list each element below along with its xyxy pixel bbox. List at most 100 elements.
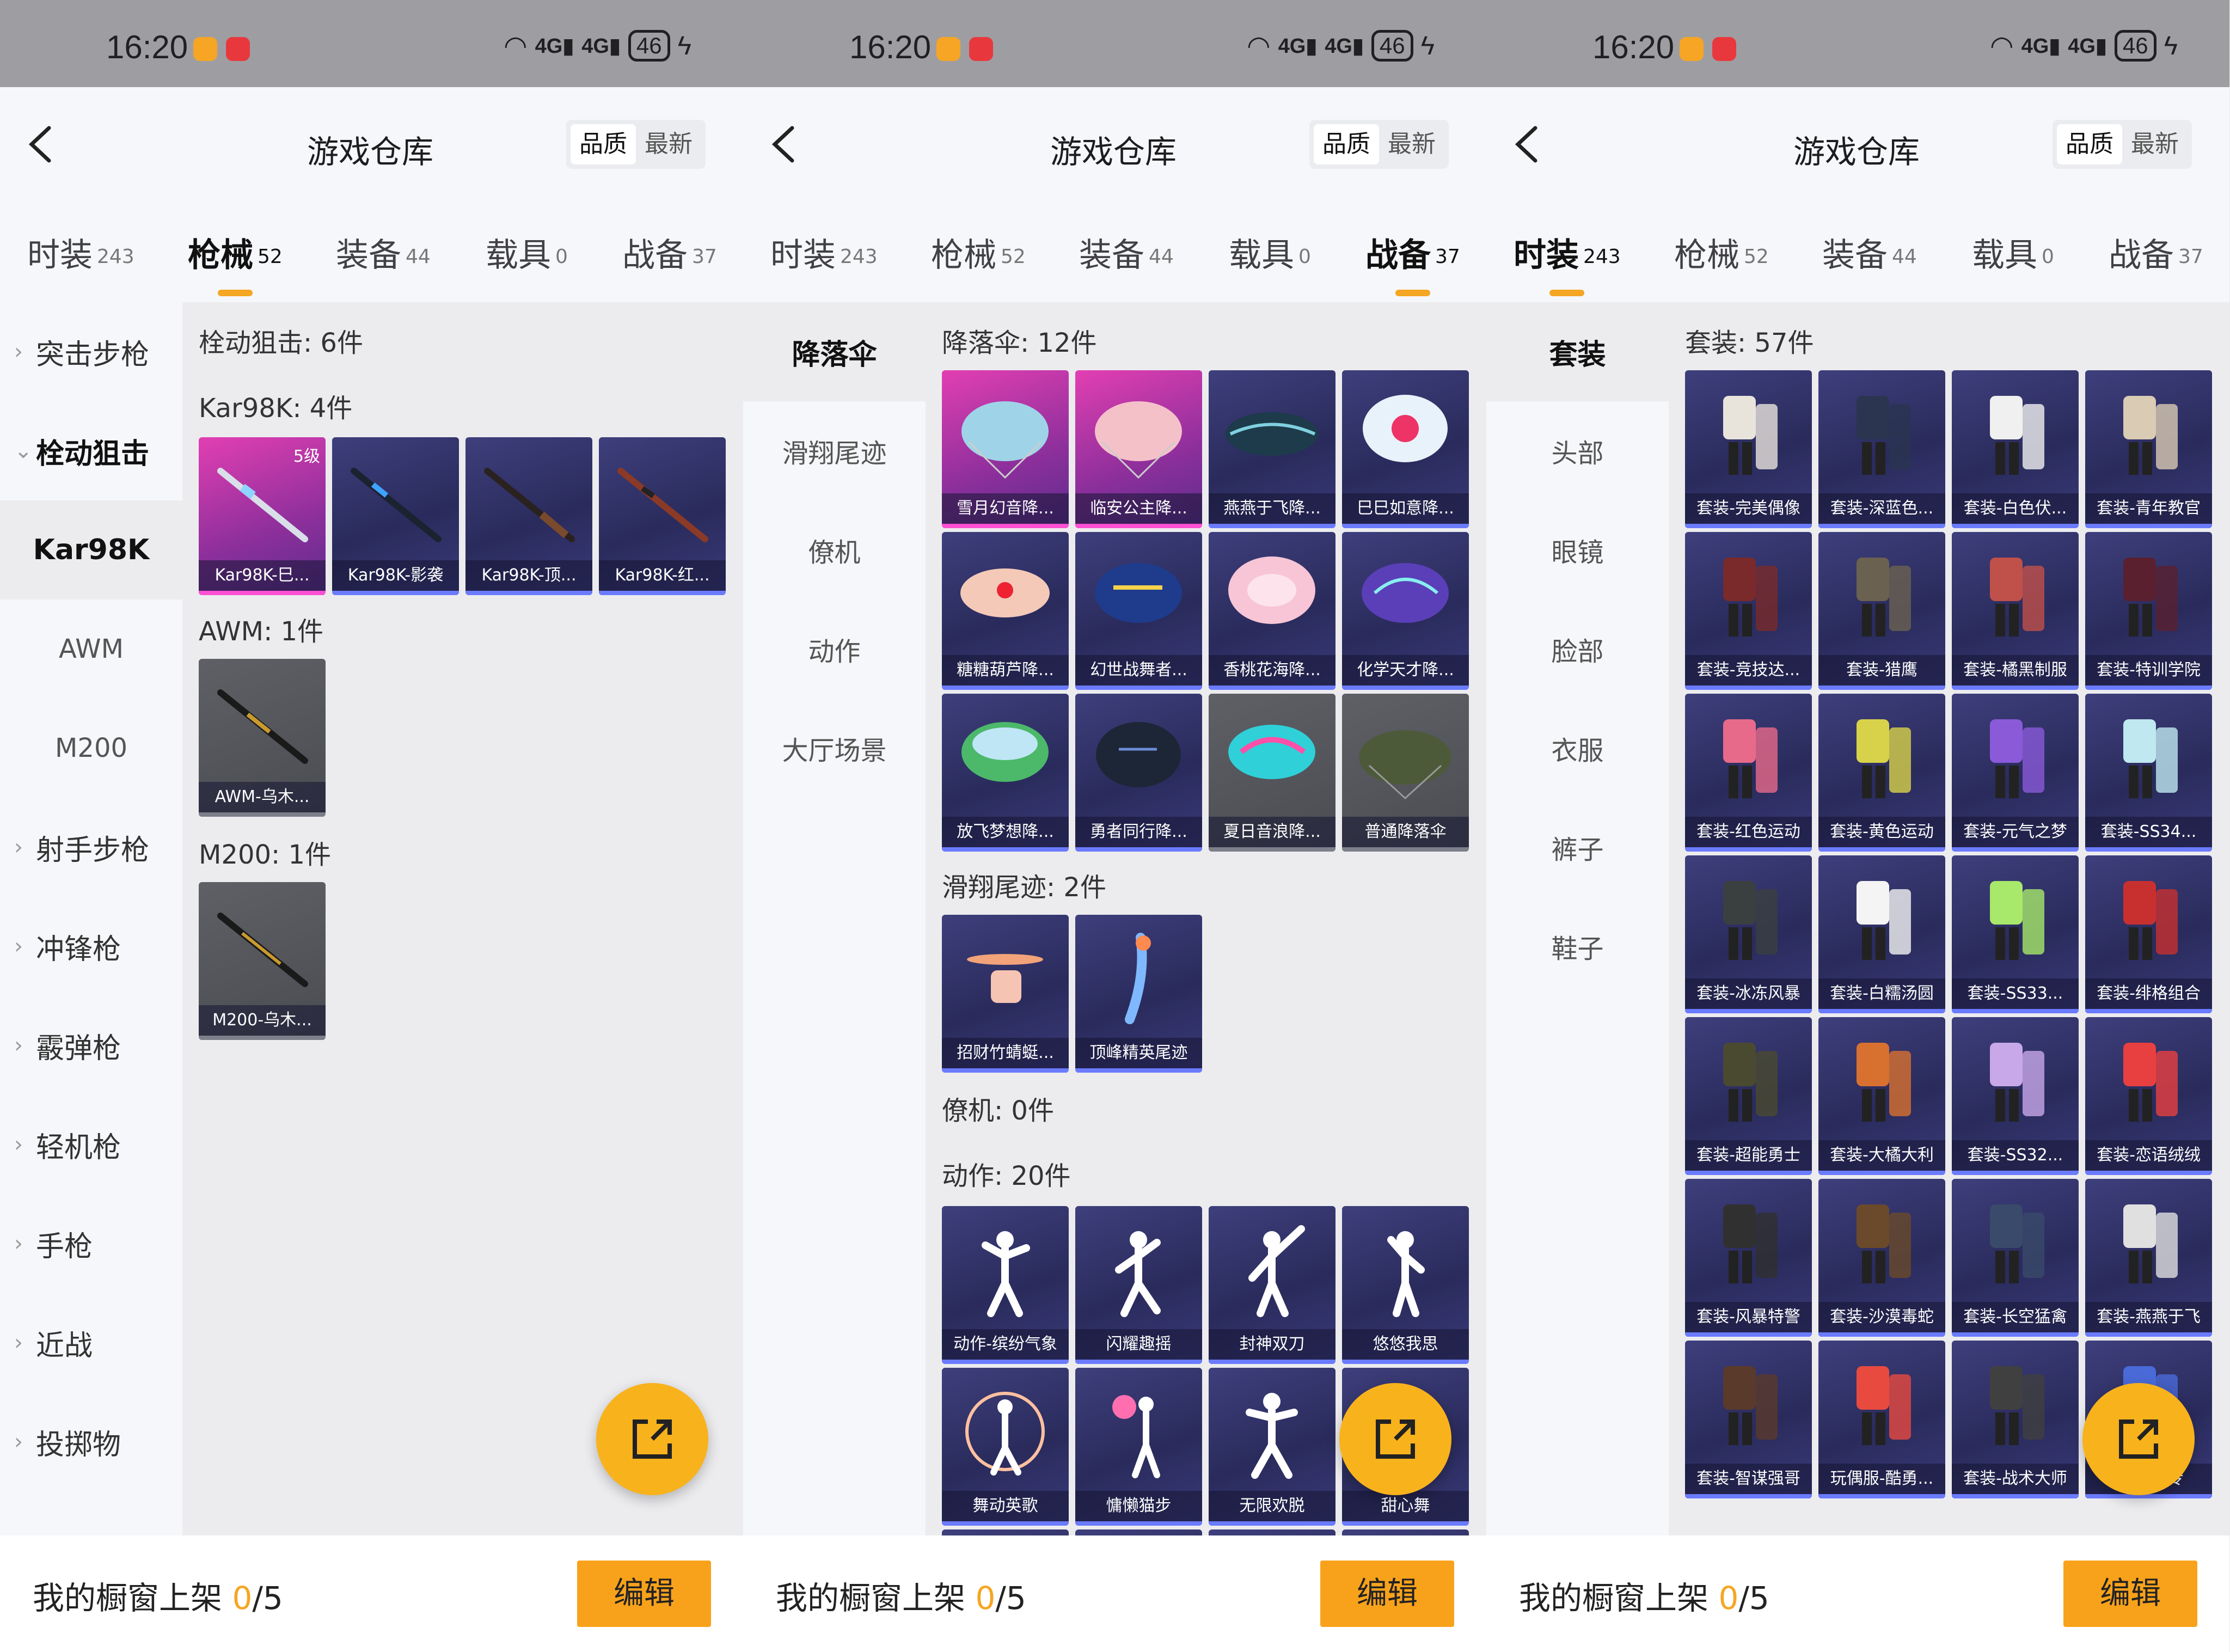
item-card[interactable]: 套装-红色运动 [1685,694,1812,852]
item-card[interactable]: 玩偶服-酷勇... [1818,1341,1945,1498]
item-card[interactable]: 闪耀趣摇 [1075,1206,1202,1364]
sidebar-item-smg[interactable]: › 冲锋枪 [0,897,182,996]
sidebar-item-awm[interactable]: AWM [0,599,182,699]
share-button[interactable] [2082,1383,2195,1495]
item-card[interactable]: 套装-橘黑制服 [1952,532,2079,690]
item-card[interactable]: 无限欢脱 [1209,1368,1335,1526]
item-card[interactable]: 套装-竞技达... [1685,532,1812,690]
item-card[interactable]: 燕燕于飞降... [1209,370,1335,528]
sidebar-item-wingman[interactable]: 僚机 [743,500,926,599]
sidebar-item-clothes[interactable]: 衣服 [1486,699,1669,798]
tab-fashion[interactable]: 时装 243 [27,229,134,276]
sidebar-item-face[interactable]: 脸部 [1486,599,1669,699]
item-card[interactable]: 悠悠我思 [1342,1206,1469,1364]
item-card[interactable]: 顶峰精英尾迹 [1075,915,1202,1073]
item-card[interactable]: 香桃花海降... [1209,532,1335,690]
sidebar-item-melee[interactable]: › 近战 [0,1293,182,1392]
item-card[interactable]: 套装-长空猛禽 [1952,1179,2079,1337]
sidebar-item-glasses[interactable]: 眼镜 [1486,500,1669,599]
item-card[interactable]: 慵懒猫步 [1075,1368,1202,1526]
sidebar-item-lmg[interactable]: › 轻机枪 [0,1095,182,1194]
item-card[interactable]: Kar98K-红... [599,437,726,595]
sort-quality-button[interactable]: 品质 [2057,124,2122,164]
item-card[interactable]: 套装-猎鹰 [1818,532,1945,690]
sidebar-item-assault-rifles[interactable]: › 突击步枪 [0,302,182,401]
tab-fashion[interactable]: 时装 243 [1514,229,1621,296]
item-card[interactable]: 套装-特训学院 [2085,532,2212,690]
item-card[interactable]: 普通降落伞 [1342,694,1469,852]
item-card[interactable]: 化学天才降... [1342,532,1469,690]
item-card[interactable]: 套装-大橘大利 [1818,1017,1945,1175]
item-card[interactable]: 5级 Kar98K-巳... [199,437,326,595]
tab-equipment[interactable]: 装备 44 [1079,229,1174,276]
item-card[interactable]: 套装-元气之梦 [1952,694,2079,852]
tab-vehicles[interactable]: 载具 0 [486,229,568,276]
item-card[interactable]: 临安公主降... [1075,370,1202,528]
item-card[interactable]: 动作-缤纷气象 [942,1206,1069,1364]
tab-equipment[interactable]: 装备 44 [336,229,431,276]
sidebar-item-pants[interactable]: 裤子 [1486,798,1669,897]
item-card[interactable]: 套装-沙漠毒蛇 [1818,1179,1945,1337]
item-card[interactable]: 放飞梦想降... [942,694,1069,852]
tab-supplies[interactable]: 战备 37 [2109,229,2203,276]
sidebar-item-head[interactable]: 头部 [1486,401,1669,500]
item-card[interactable]: 勇者同行降... [1075,694,1202,852]
sort-quality-button[interactable]: 品质 [1314,124,1379,164]
item-card[interactable]: 套装-超能勇士 [1685,1017,1812,1175]
sidebar-item-parachute[interactable]: 降落伞 [743,302,926,401]
item-card[interactable]: 套装-冰冻风暴 [1685,855,1812,1013]
tab-vehicles[interactable]: 载具 0 [1972,229,2054,276]
sidebar-item-throwables[interactable]: › 投掷物 [0,1392,182,1491]
tab-guns[interactable]: 枪械 52 [1674,229,1769,276]
item-card[interactable]: Kar98K-影袭 [332,437,459,595]
sidebar-item-m200[interactable]: M200 [0,699,182,798]
sidebar-item-shoes[interactable]: 鞋子 [1486,897,1669,996]
item-card[interactable]: 套装-战术大师 [1952,1341,2079,1498]
tab-guns[interactable]: 枪械 52 [931,229,1026,276]
item-card[interactable]: 糖糖葫芦降... [942,532,1069,690]
sort-latest-button[interactable]: 最新 [636,124,701,164]
tab-fashion[interactable]: 时装 243 [770,229,878,276]
item-card[interactable]: 巳巳如意降... [1342,370,1469,528]
item-card[interactable]: Kar98K-顶... [465,437,592,595]
sidebar-item-shotgun[interactable]: › 霰弹枪 [0,996,182,1095]
item-card[interactable]: 幻世战舞者... [1075,532,1202,690]
item-card[interactable]: 套装-深蓝色... [1818,370,1945,528]
item-card[interactable]: 套装-恋语绒绒 [2085,1017,2212,1175]
item-card[interactable]: 套装-SS33... [1952,855,2079,1013]
item-card[interactable]: 套装-完美偶像 [1685,370,1812,528]
item-card[interactable]: 套装-青年教官 [2085,370,2212,528]
share-button[interactable] [1339,1383,1451,1495]
item-card[interactable]: 雪月幻音降... [942,370,1069,528]
item-card[interactable]: 封神双刀 [1209,1206,1335,1364]
item-card[interactable]: 套装-智谋强哥 [1685,1341,1812,1498]
tab-vehicles[interactable]: 载具 0 [1229,229,1311,276]
item-card[interactable]: 夏日音浪降... [1209,694,1335,852]
item-card[interactable]: 套装-绯格组合 [2085,855,2212,1013]
share-button[interactable] [596,1383,708,1495]
sort-latest-button[interactable]: 最新 [1379,124,1444,164]
edit-button[interactable]: 编辑 [1320,1561,1454,1627]
item-card[interactable]: 套装-风暴特警 [1685,1179,1812,1337]
item-card[interactable]: 舞动英歌 [942,1368,1069,1526]
item-card[interactable]: 套装-SS32... [1952,1017,2079,1175]
edit-button[interactable]: 编辑 [577,1561,711,1627]
tab-equipment[interactable]: 装备 44 [1822,229,1917,276]
sidebar-item-outfit[interactable]: 套装 [1486,302,1669,401]
sidebar-item-kar98k[interactable]: Kar98K [0,500,182,599]
item-card[interactable]: 套装-白色伏... [1952,370,2079,528]
sidebar-item-bolt-sniper[interactable]: ⌄ 栓动狙击 [0,401,182,500]
tab-guns[interactable]: 枪械 52 [188,229,283,296]
sort-quality-button[interactable]: 品质 [571,124,636,164]
tab-supplies[interactable]: 战备 37 [1365,229,1460,296]
sort-latest-button[interactable]: 最新 [2122,124,2188,164]
sidebar-item-emote[interactable]: 动作 [743,599,926,699]
item-card[interactable]: 套装-黄色运动 [1818,694,1945,852]
item-card[interactable]: 套装-燕燕于飞 [2085,1179,2212,1337]
edit-button[interactable]: 编辑 [2063,1561,2197,1627]
tab-supplies[interactable]: 战备 37 [622,229,717,276]
sidebar-item-dmr[interactable]: › 射手步枪 [0,798,182,897]
sidebar-item-pistol[interactable]: › 手枪 [0,1194,182,1293]
item-card[interactable]: 招财竹蜻蜓... [942,915,1069,1073]
sidebar-item-lobby-scene[interactable]: 大厅场景 [743,699,926,798]
